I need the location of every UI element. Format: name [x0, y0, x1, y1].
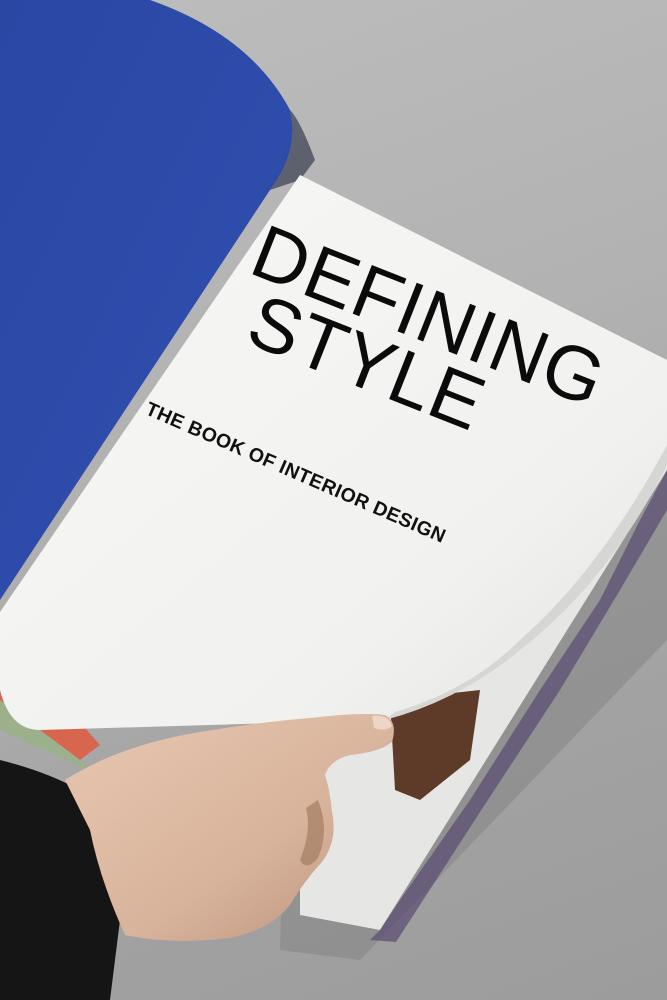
photo-scene: DEFINING STYLE THE BOOK OF INTERIOR DESI…	[0, 0, 667, 1000]
